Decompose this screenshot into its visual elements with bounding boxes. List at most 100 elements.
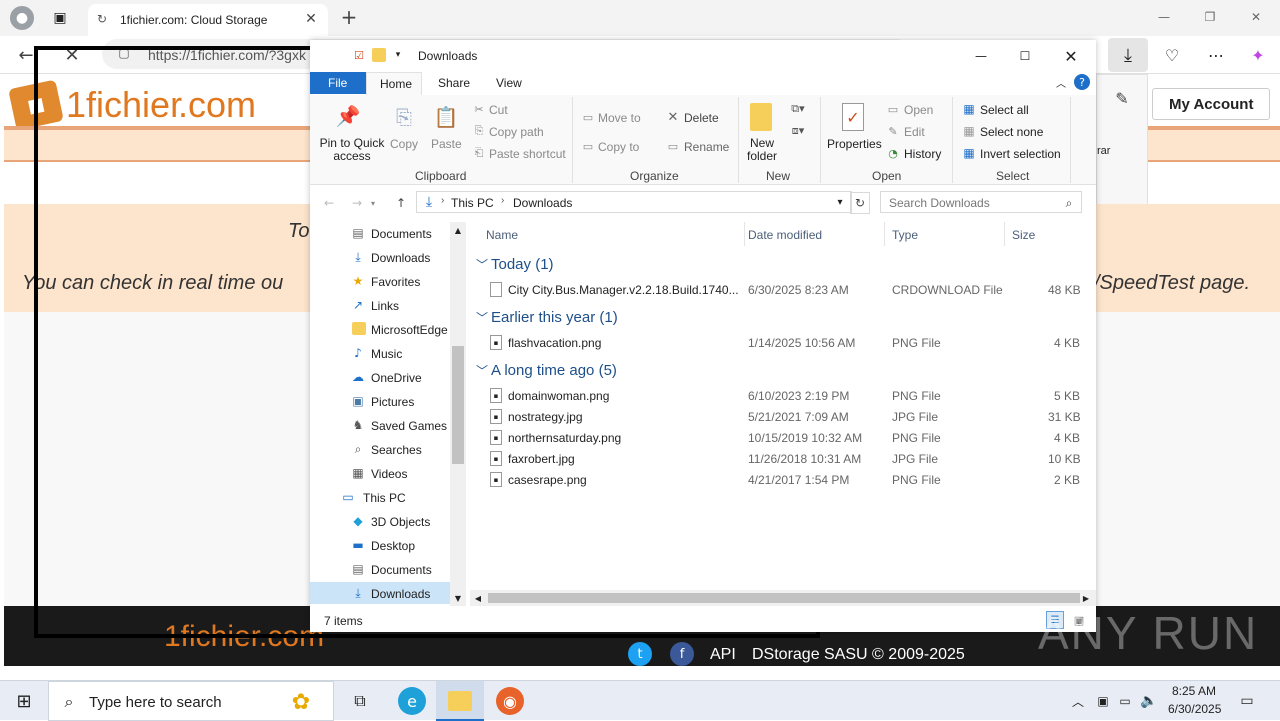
nav-item-selected[interactable]: ⤓ Downloads: [310, 582, 450, 604]
browser-essentials-icon[interactable]: ♡: [1160, 44, 1184, 66]
easy-access-icon[interactable]: ⧈▾: [788, 123, 808, 139]
tray-app-icon[interactable]: ▣: [1094, 691, 1112, 711]
nav-item[interactable]: ▤ Documents: [310, 222, 450, 244]
column-type[interactable]: Type: [892, 228, 918, 242]
explorer-path-field[interactable]: ⤓ › This PC › Downloads ▾: [416, 191, 852, 213]
file-row[interactable]: ▪ faxrobert.jpg 11/26/2018 10:31 AM JPG …: [470, 449, 1090, 469]
qat-dropdown-icon[interactable]: ▾: [392, 48, 404, 62]
nav-item[interactable]: ♪ Music: [310, 342, 450, 364]
explorer-forward-icon[interactable]: →: [348, 194, 366, 212]
tab-view[interactable]: View: [496, 76, 522, 90]
close-window-icon[interactable]: ✕: [1244, 6, 1268, 28]
nav-item[interactable]: ☁ OneDrive: [310, 366, 450, 388]
windows-start-icon[interactable]: ⊞: [12, 689, 36, 713]
downloads-icon[interactable]: ⤓: [1108, 38, 1148, 72]
explorer-close-icon[interactable]: ✕: [1056, 46, 1086, 66]
scroll-down-icon[interactable]: ▼: [452, 592, 464, 604]
properties-button[interactable]: Properties: [827, 137, 882, 151]
select-all-button[interactable]: Select all: [980, 103, 1029, 117]
explorer-search-field[interactable]: Search Downloads ⌕: [880, 191, 1082, 213]
taskbar-search-box[interactable]: ⌕ Type here to search ✿: [48, 681, 334, 721]
recent-locations-icon[interactable]: ▾: [368, 196, 378, 210]
file-row[interactable]: ▪ domainwoman.png 6/10/2023 2:19 PM PNG …: [470, 386, 1090, 406]
file-explorer-taskbar-item[interactable]: [436, 681, 484, 721]
nav-item[interactable]: ↗ Links: [310, 294, 450, 316]
facebook-icon[interactable]: f: [670, 642, 694, 666]
open-button[interactable]: Open: [904, 103, 933, 117]
history-button[interactable]: History: [904, 147, 941, 161]
file-row[interactable]: ▪ flashvacation.png 1/14/2025 10:56 AM P…: [470, 333, 1090, 353]
group-header[interactable]: ﹀ A long time ago (5): [474, 360, 1086, 382]
explorer-minimize-icon[interactable]: —: [966, 46, 996, 66]
more-menu-icon[interactable]: ⋯: [1204, 44, 1228, 66]
move-to-button[interactable]: Move to: [598, 111, 641, 125]
folder-qat-icon[interactable]: [372, 48, 386, 62]
browser-tab-active[interactable]: ↻ 1fichier.com: Cloud Storage ✕: [88, 4, 328, 36]
invert-selection-button[interactable]: Invert selection: [980, 147, 1061, 161]
nav-item[interactable]: ▦ Videos: [310, 462, 450, 484]
scroll-left-icon[interactable]: ◀: [472, 592, 484, 604]
new-folder-button[interactable]: New folder: [742, 137, 782, 163]
path-dropdown-icon[interactable]: ▾: [833, 195, 847, 209]
up-icon[interactable]: ↑: [392, 194, 410, 212]
help-icon[interactable]: ?: [1074, 74, 1090, 90]
delete-button[interactable]: Delete: [684, 111, 719, 125]
paste-shortcut-button[interactable]: Paste shortcut: [489, 147, 566, 161]
network-icon[interactable]: ▭: [1116, 691, 1134, 711]
refresh-icon[interactable]: ↻: [850, 192, 870, 214]
volume-icon[interactable]: 🔈: [1140, 691, 1158, 711]
firefox-icon[interactable]: ◉: [496, 687, 524, 715]
nav-item[interactable]: ▬ Desktop: [310, 534, 450, 556]
group-header[interactable]: ﹀ Today (1): [474, 254, 1086, 276]
pin-quick-access-button[interactable]: Pin to Quick access: [316, 137, 388, 163]
rename-button[interactable]: Rename: [684, 140, 729, 154]
hidden-icons-icon[interactable]: ︿: [1070, 691, 1086, 711]
clock-date[interactable]: 6/30/2025: [1168, 702, 1221, 716]
nav-scrollbar[interactable]: ▲ ▼: [450, 222, 466, 606]
breadcrumb-this-pc[interactable]: This PC: [451, 196, 494, 210]
nav-item-this-pc[interactable]: ▭ This PC: [310, 486, 450, 508]
clock-time[interactable]: 8:25 AM: [1172, 684, 1216, 698]
breadcrumb-downloads[interactable]: Downloads: [513, 196, 572, 210]
edge-icon[interactable]: e: [398, 687, 426, 715]
twitter-icon[interactable]: t: [628, 642, 652, 666]
group-header[interactable]: ﹀ Earlier this year (1): [474, 307, 1086, 329]
tab-share[interactable]: Share: [438, 76, 470, 90]
nav-item[interactable]: ⤓ Downloads: [310, 246, 450, 268]
explorer-maximize-icon[interactable]: ☐: [1010, 46, 1040, 66]
properties-qat-icon[interactable]: ☑: [352, 48, 366, 62]
cut-button[interactable]: Cut: [489, 103, 508, 117]
scroll-right-icon[interactable]: ▶: [1080, 592, 1092, 604]
nav-item[interactable]: ⌕ Searches: [310, 438, 450, 460]
nav-item[interactable]: ▣ Pictures: [310, 390, 450, 412]
task-view-icon[interactable]: ⧉: [348, 689, 372, 713]
close-tab-icon[interactable]: ✕: [302, 10, 320, 28]
footer-api-link[interactable]: API: [710, 646, 736, 664]
nav-item[interactable]: ▤ Documents: [310, 558, 450, 580]
pin-icon[interactable]: ✎: [1111, 87, 1133, 109]
edit-button[interactable]: Edit: [904, 125, 925, 139]
tab-actions-icon[interactable]: ▣: [50, 8, 70, 28]
explorer-back-icon[interactable]: ←: [320, 194, 338, 212]
select-none-button[interactable]: Select none: [980, 125, 1043, 139]
minimize-icon[interactable]: —: [1152, 6, 1176, 28]
nav-item[interactable]: ◆ 3D Objects: [310, 510, 450, 532]
horizontal-scrollbar[interactable]: ◀ ▶: [470, 590, 1096, 606]
notifications-icon[interactable]: ▭: [1236, 691, 1258, 711]
collapse-ribbon-icon[interactable]: ︿: [1054, 74, 1068, 90]
tab-home[interactable]: Home: [366, 72, 422, 95]
column-name[interactable]: Name: [486, 228, 518, 242]
account-button[interactable]: My Account: [1152, 88, 1270, 120]
scroll-up-icon[interactable]: ▲: [452, 224, 464, 236]
paste-button[interactable]: Paste: [431, 137, 462, 151]
copy-button[interactable]: Copy: [390, 137, 418, 151]
profile-icon[interactable]: ●: [10, 6, 34, 30]
file-row[interactable]: ▪ casesrape.png 4/21/2017 1:54 PM PNG Fi…: [470, 470, 1090, 490]
column-date[interactable]: Date modified: [748, 228, 822, 242]
nav-item[interactable]: ★ Favorites: [310, 270, 450, 292]
column-size[interactable]: Size: [1012, 228, 1035, 242]
nav-item[interactable]: ♞ Saved Games: [310, 414, 450, 436]
new-item-icon[interactable]: ⧉▾: [788, 101, 808, 117]
copy-to-button[interactable]: Copy to: [598, 140, 639, 154]
file-row[interactable]: ▪ northernsaturday.png 10/15/2019 10:32 …: [470, 428, 1090, 448]
